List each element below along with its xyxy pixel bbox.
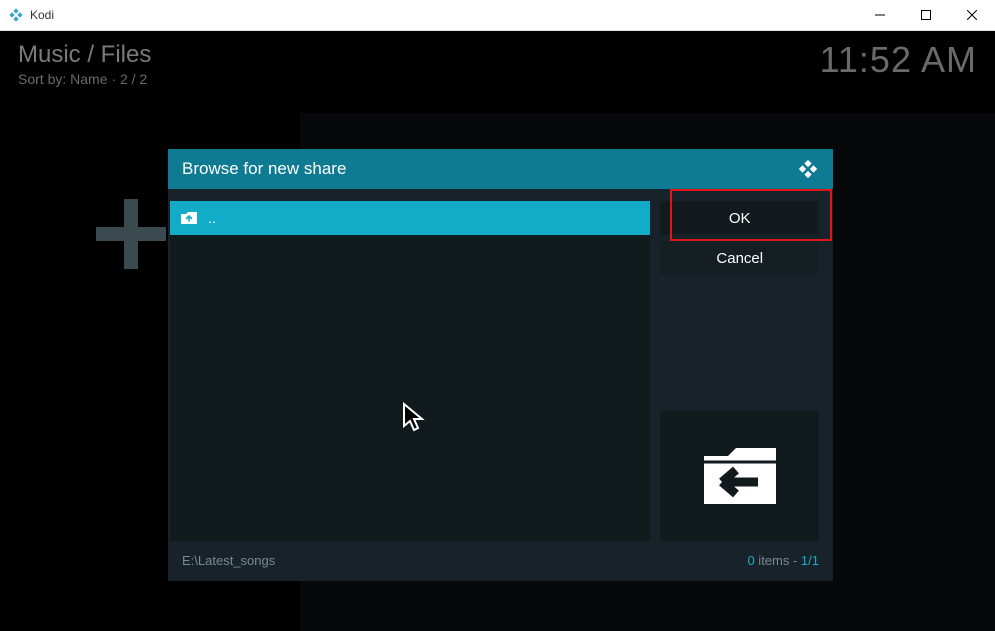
window-controls bbox=[857, 0, 995, 31]
add-source-plus-icon bbox=[96, 199, 166, 269]
dialog-side-panel: OK Cancel bbox=[660, 201, 819, 541]
list-item-parent[interactable]: .. bbox=[170, 201, 650, 235]
separator-dot: · bbox=[111, 71, 120, 87]
close-button[interactable] bbox=[949, 0, 995, 31]
minimize-button[interactable] bbox=[857, 0, 903, 31]
maximize-button[interactable] bbox=[903, 0, 949, 31]
cancel-button-label: Cancel bbox=[716, 250, 763, 267]
footer-count-label: items - bbox=[755, 553, 801, 568]
breadcrumb: Music / Files bbox=[18, 41, 151, 69]
dialog-body: .. OK Cancel bbox=[168, 189, 833, 541]
footer-path: E:\Latest_songs bbox=[182, 553, 747, 568]
dialog-header: Browse for new share bbox=[168, 149, 833, 189]
footer-page: 1/1 bbox=[801, 553, 819, 568]
file-listing[interactable]: .. bbox=[170, 201, 650, 541]
sort-info: Sort by: Name · 2 / 2 bbox=[18, 71, 151, 87]
folder-back-icon bbox=[700, 440, 780, 512]
ok-button[interactable]: OK bbox=[660, 201, 819, 235]
page-info: 2 / 2 bbox=[120, 71, 147, 87]
cancel-button[interactable]: Cancel bbox=[660, 241, 819, 275]
browse-dialog: Browse for new share .. OK Cancel bbox=[168, 149, 833, 581]
list-item-label: .. bbox=[208, 210, 216, 226]
kodi-logo-icon bbox=[8, 7, 24, 23]
footer-count: 0 items - 1/1 bbox=[747, 553, 819, 568]
folder-up-icon bbox=[180, 211, 198, 225]
window-title: Kodi bbox=[30, 8, 857, 22]
background-header: Music / Files Sort by: Name · 2 / 2 bbox=[18, 41, 151, 87]
app-body: Music / Files Sort by: Name · 2 / 2 11:5… bbox=[0, 31, 995, 631]
sort-label: Sort by: Name bbox=[18, 71, 107, 87]
dialog-footer: E:\Latest_songs 0 items - 1/1 bbox=[168, 541, 833, 579]
ok-button-label: OK bbox=[729, 210, 751, 227]
clock: 11:52 AM bbox=[820, 39, 977, 81]
footer-count-value: 0 bbox=[747, 553, 754, 568]
kodi-logo-icon bbox=[797, 158, 819, 180]
dialog-title: Browse for new share bbox=[182, 159, 797, 179]
window-titlebar: Kodi bbox=[0, 0, 995, 31]
preview-box bbox=[660, 411, 819, 541]
